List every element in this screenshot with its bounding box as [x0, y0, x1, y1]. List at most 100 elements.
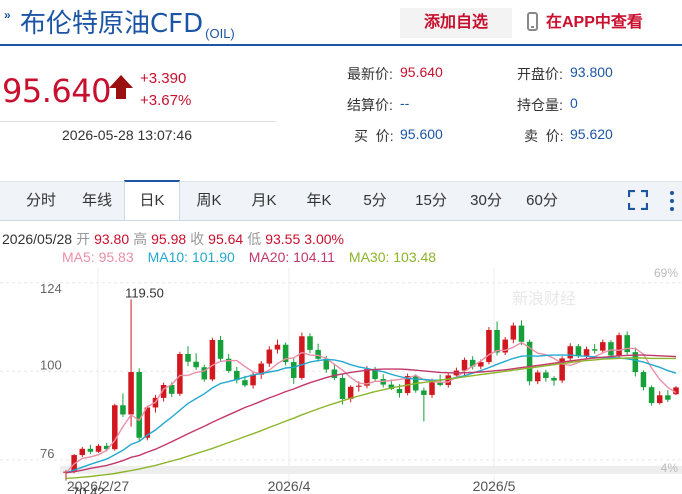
candle-body — [551, 377, 557, 381]
candle-body — [640, 372, 647, 388]
tab-15min[interactable]: 15分 — [408, 181, 454, 220]
candlestick-chart[interactable]: 新浪财经 1241007669%4%2026/2/27 2026/4 2026/51… — [0, 268, 682, 494]
candle-body — [616, 335, 622, 356]
field-label: 持仓量: — [517, 97, 563, 113]
open-in-app-button[interactable]: 在APP中查看 — [527, 8, 643, 38]
candle-body — [534, 372, 541, 382]
candle-body — [600, 342, 606, 351]
candle-body — [567, 346, 574, 359]
candle-body — [242, 380, 248, 386]
candle-body — [518, 325, 525, 342]
x-tick-label: 2026/4 — [268, 478, 311, 494]
ma10-legend: MA10: 101.90 — [147, 249, 235, 265]
candle-body — [128, 372, 134, 415]
high-value: 95.98 — [151, 231, 187, 247]
candle-body — [648, 387, 655, 404]
max-price-label: 119.50 — [125, 285, 164, 300]
price-change: +3.390 +3.67% — [140, 68, 191, 112]
candle-body — [575, 346, 582, 357]
candle-body — [136, 372, 142, 438]
open-price-value: 93.800 — [570, 64, 613, 80]
ohlc-date: 2026/05/28 — [2, 231, 73, 247]
candle-body — [624, 335, 630, 353]
candle-body — [396, 389, 403, 394]
candle-body — [79, 448, 86, 456]
candle-body — [461, 359, 468, 371]
ma20-legend: MA20: 104.11 — [248, 249, 335, 265]
right-tick-label: 69% — [654, 268, 678, 280]
candle-body — [331, 369, 338, 378]
candle-body — [494, 329, 500, 353]
ma30-legend: MA30: 103.48 — [348, 249, 437, 265]
ohlc-readout: 2026/05/28 开 93.80 高 95.98 收 95.64 低 93.55 3.00% — [2, 229, 348, 249]
candle-body — [299, 336, 305, 378]
candle-body — [120, 405, 126, 415]
ma5-legend: MA5: 95.83 — [62, 249, 134, 265]
candle-body — [656, 395, 663, 404]
x-tick-label: 2026/5 — [473, 478, 516, 494]
candle-body — [583, 349, 590, 357]
candle-body — [185, 353, 191, 362]
ask-price-value: 95.620 — [570, 126, 613, 142]
fullscreen-icon[interactable] — [628, 190, 648, 210]
open-interest-value: 0 — [570, 95, 578, 111]
close-value: 95.64 — [208, 231, 244, 247]
bid-price-value: 95.600 — [400, 126, 443, 142]
y-tick-label: 100 — [40, 357, 62, 372]
candle-body — [95, 445, 102, 452]
y-tick-label: 76 — [40, 446, 54, 461]
candle-body — [339, 377, 346, 399]
field-label: 结算价: — [347, 97, 393, 113]
candle-body — [421, 390, 427, 395]
tab-year-line[interactable]: 年线 — [74, 181, 120, 220]
candle-body — [315, 349, 321, 359]
high-label: 高 — [133, 231, 148, 247]
add-watchlist-button[interactable]: 添加自选 — [400, 8, 512, 38]
candle-body — [266, 349, 273, 364]
open-in-app-label: 在APP中查看 — [546, 14, 643, 31]
candle-body — [356, 385, 362, 387]
tab-30min[interactable]: 30分 — [463, 181, 509, 220]
instrument-name: 布伦特原油CFD — [20, 9, 204, 39]
ma-line-ma10 — [65, 354, 677, 474]
tab-60min[interactable]: 60分 — [519, 181, 565, 220]
candle-body — [217, 339, 224, 359]
field-label: 卖 价: — [524, 128, 564, 144]
change-percent: +3.67% — [140, 92, 192, 109]
tab-intraday[interactable]: 分时 — [18, 181, 64, 220]
phone-icon — [527, 12, 538, 31]
candle-body — [307, 336, 313, 350]
divider — [0, 121, 276, 122]
moving-average-legend: MA5: 95.83 MA10: 101.90 MA20: 104.11 MA30: … — [62, 249, 450, 265]
candle-body — [543, 372, 549, 378]
candle-body — [193, 361, 199, 368]
right-tick-label: 4% — [661, 461, 679, 475]
candle-body — [177, 353, 183, 394]
tab-yearly-k[interactable]: 年K — [296, 181, 342, 220]
candle-body — [274, 344, 281, 350]
tab-daily-k[interactable]: 日K — [124, 180, 180, 220]
open-value: 93.80 — [94, 231, 130, 247]
low-value: 93.55 — [265, 231, 301, 247]
latest-price-value: 95.640 — [400, 64, 443, 80]
tab-5min[interactable]: 5分 — [353, 181, 397, 220]
field-label: 买 价: — [354, 128, 394, 144]
low-label: 低 — [247, 231, 262, 247]
change-amount: +3.390 — [140, 70, 187, 87]
more-options-icon[interactable] — [667, 190, 677, 212]
candle-body — [608, 342, 614, 356]
tab-monthly-k[interactable]: 月K — [241, 181, 287, 220]
field-label: 最新价: — [347, 66, 393, 82]
field-label: 开盘价: — [517, 66, 563, 82]
open-label: 开 — [76, 231, 91, 247]
candle-body — [510, 325, 517, 340]
change-pct-value: 3.00% — [304, 231, 344, 247]
min-price-label: 70.42 — [72, 484, 105, 494]
candle-body — [486, 329, 492, 363]
watermark: 新浪财经 — [512, 289, 576, 308]
candle-body — [591, 349, 598, 351]
range-band — [60, 465, 682, 474]
ma-line-ma5 — [65, 341, 677, 474]
candle-body — [290, 362, 297, 378]
tab-weekly-k[interactable]: 周K — [186, 181, 232, 220]
